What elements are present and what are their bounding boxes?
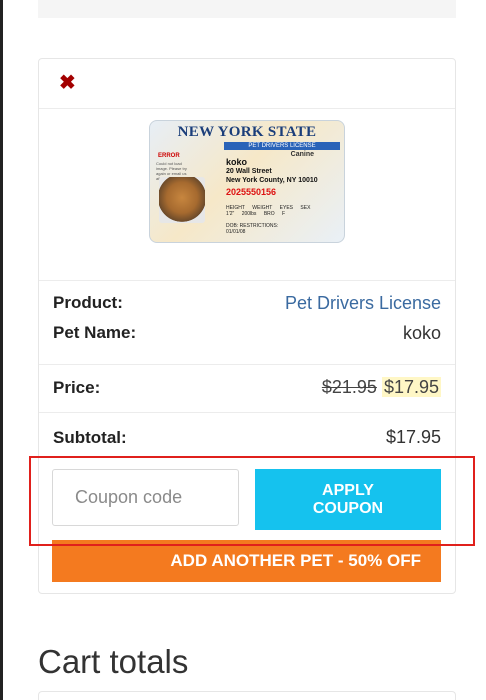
apply-coupon-label: APPLY COUPON <box>313 482 383 518</box>
price-label: Price: <box>53 378 101 397</box>
license-title: NEW YORK STATE <box>177 124 317 140</box>
close-icon[interactable]: ✖ <box>59 73 76 93</box>
product-link[interactable]: Pet Drivers License <box>285 293 441 314</box>
remove-row: ✖ <box>39 59 455 109</box>
product-thumbnail-row: NEW YORK STATE PET DRIVERS LICENSE Canin… <box>39 109 455 281</box>
subtotal-value: $17.95 <box>385 427 441 447</box>
pet-name-value: koko <box>402 323 441 343</box>
window-edge <box>0 0 3 700</box>
price-row: Price: $21.95 $17.95 <box>39 365 455 413</box>
cart-totals-panel <box>38 691 456 700</box>
sale-price: $17.95 <box>381 377 441 397</box>
eyes-value: BRO <box>263 211 275 217</box>
license-fields: HEIGHT WEIGHT EYES SEX 1'2" 200lbs BRO F <box>226 205 316 217</box>
apply-label-line2: COUPON <box>312 499 384 517</box>
height-value: 1'2" <box>226 211 235 217</box>
product-row: Product: Pet Drivers License Pet Name: k… <box>39 281 455 365</box>
license-address-1: 20 Wall Street <box>226 168 272 175</box>
sex-value: F <box>282 211 286 217</box>
add-another-pet-button[interactable]: ADD ANOTHER PET - 50% OFF <box>52 540 441 582</box>
license-species: Canine <box>290 151 314 158</box>
dob-value: 01/01/08 <box>226 229 246 235</box>
apply-coupon-button[interactable]: APPLY COUPON <box>255 469 441 530</box>
license-dob: DOB: RESTRICTIONS: 01/01/08 <box>226 223 278 235</box>
sex-label: SEX <box>300 205 311 211</box>
license-pet-name: koko <box>226 157 248 167</box>
product-label: Product: <box>53 293 123 312</box>
previous-section <box>38 0 456 18</box>
license-address-2: New York County, NY 10010 <box>226 177 318 184</box>
subtotal-row: Subtotal: $17.95 <box>39 413 455 463</box>
pet-license-image[interactable]: NEW YORK STATE PET DRIVERS LICENSE Canin… <box>149 120 345 243</box>
apply-label-line1: APPLY <box>322 481 374 499</box>
old-price: $21.95 <box>321 377 377 397</box>
subtotal-label: Subtotal: <box>53 428 127 447</box>
license-number: 2025550156 <box>226 187 277 197</box>
price-value: $21.95 $17.95 <box>322 377 441 398</box>
license-band: PET DRIVERS LICENSE <box>224 142 340 150</box>
pet-name-label: Pet Name: <box>53 323 137 342</box>
cart-totals-heading: Cart totals <box>38 643 189 680</box>
license-error: ERROR <box>158 153 180 159</box>
dog-photo <box>159 177 205 223</box>
weight-value: 200lbs <box>241 211 257 217</box>
coupon-code-input[interactable] <box>52 469 239 526</box>
